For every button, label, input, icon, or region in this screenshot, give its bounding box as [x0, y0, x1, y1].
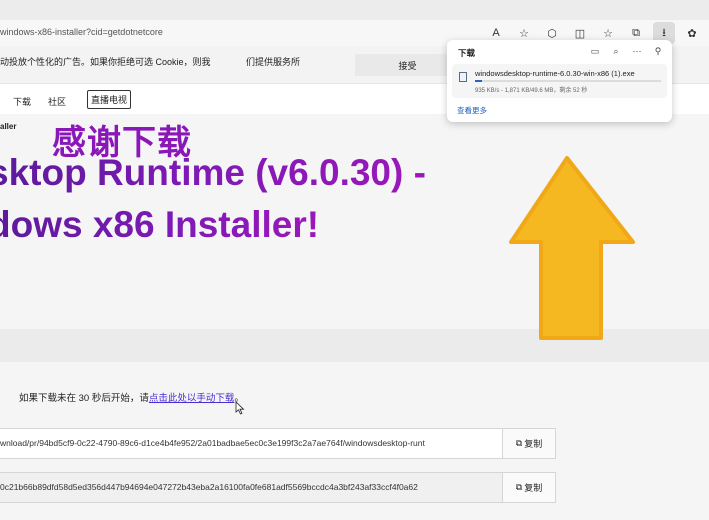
hero-title-line-1: sktop Runtime (v6.0.30) - — [0, 152, 426, 194]
see-more-link[interactable]: 查看更多 — [457, 105, 487, 116]
download-progress-bar — [475, 80, 661, 82]
copy-checksum-label: 复制 — [524, 483, 543, 493]
cookie-text: 动投放个性化的广告。如果你拒绝可选 Cookie，则我 — [0, 57, 211, 67]
search-icon[interactable]: ⌕ — [610, 44, 622, 58]
checksum-field[interactable]: 0c21b66b89dfd58d5ed356d447b94694e047272b… — [0, 473, 502, 502]
download-filename[interactable]: windowsdesktop-runtime-6.0.30-win-x86 (1… — [475, 69, 635, 78]
accept-cookie-button[interactable]: 接受 — [355, 54, 460, 76]
manual-prefix: 如果下载未在 30 秒后开始，请 — [19, 393, 149, 404]
copy-link-button[interactable]: ⧉ 复制 — [502, 429, 555, 458]
download-status: 935 KB/s - 1,871 KB/49.6 MB，剩余 52 秒 — [475, 88, 588, 94]
nav-live-tv-button[interactable]: 直播电视 — [87, 90, 131, 109]
copy-link-label: 复制 — [524, 439, 543, 449]
copilot-icon[interactable]: ✿ — [681, 22, 703, 44]
tab-strip — [0, 0, 709, 20]
breadcrumb: aller — [0, 122, 17, 131]
yellow-arrow-icon — [509, 156, 635, 340]
downloads-actions: ▭ ⌕ ⋯ ⚲ — [589, 44, 664, 58]
copy-icon: ⧉ — [515, 438, 523, 448]
nav-community[interactable]: 社区 — [48, 95, 66, 108]
file-icon — [459, 72, 467, 82]
download-item[interactable]: windowsdesktop-runtime-6.0.30-win-x86 (1… — [452, 64, 667, 98]
open-folder-icon[interactable]: ▭ — [589, 44, 601, 58]
pin-icon[interactable]: ⚲ — [652, 44, 664, 58]
mouse-cursor-icon — [235, 401, 245, 415]
copy-icon: ⧉ — [515, 482, 523, 492]
checksum-row: 0c21b66b89dfd58d5ed356d447b94694e047272b… — [0, 472, 556, 503]
more-options-icon[interactable]: ⋯ — [631, 44, 643, 58]
direct-link-row: wnload/pr/94bd5cf9-0c22-4790-89c6-d1ce4b… — [0, 428, 556, 459]
manual-download-text: 如果下载未在 30 秒后开始，请点击此处以手动下载。 — [19, 390, 244, 404]
manual-download-link[interactable]: 点击此处以手动下载 — [149, 393, 235, 404]
address-url[interactable]: windows-x86-installer?cid=getdotnetcore — [0, 27, 163, 37]
downloads-panel: 下载 ▭ ⌕ ⋯ ⚲ windowsdesktop-runtime-6.0.30… — [447, 40, 672, 122]
copy-checksum-button[interactable]: ⧉ 复制 — [502, 473, 555, 502]
cookie-text-2: 们提供服务所 — [246, 57, 301, 67]
nav-download[interactable]: 下载 — [13, 95, 31, 108]
hero-title-line-2: dows x86 Installer! — [0, 204, 319, 246]
direct-link-field[interactable]: wnload/pr/94bd5cf9-0c22-4790-89c6-d1ce4b… — [0, 429, 502, 458]
downloads-title: 下载 — [458, 48, 476, 58]
download-progress-fill — [475, 80, 483, 82]
